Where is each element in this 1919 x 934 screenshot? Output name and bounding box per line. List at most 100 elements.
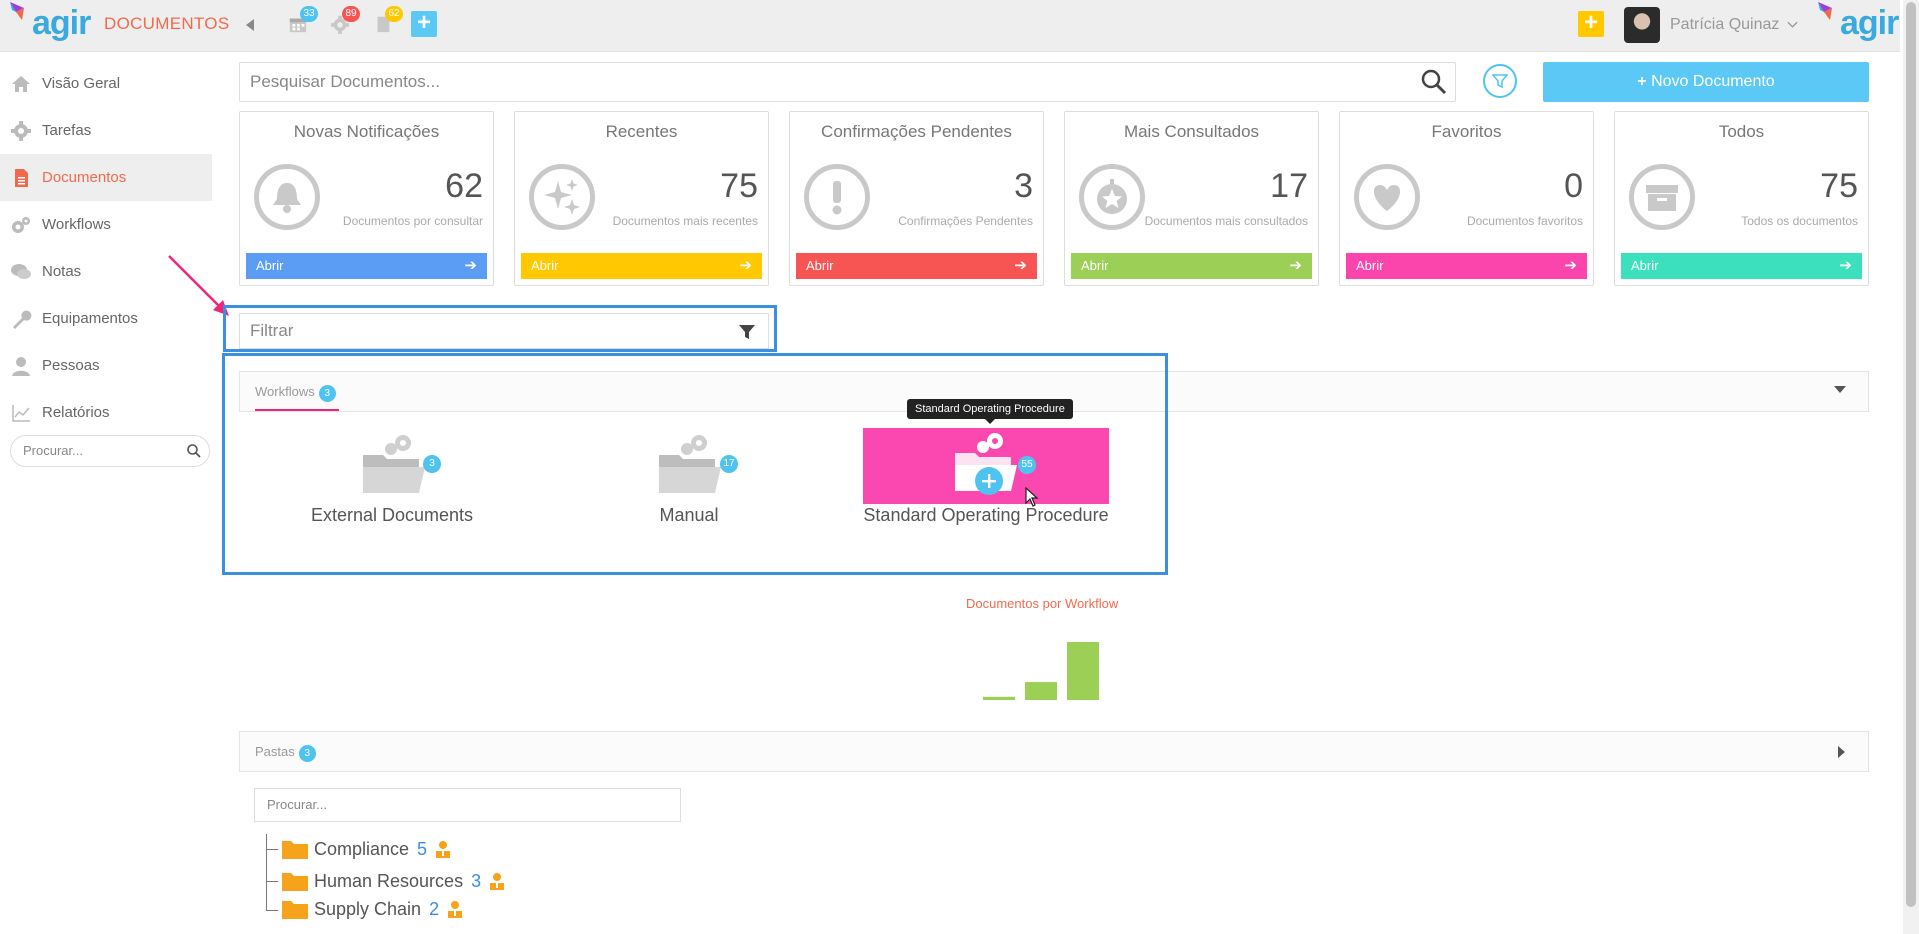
user-menu[interactable]: Patrícia Quinaz [1670, 16, 1798, 34]
new-document-label: Novo Documento [1651, 73, 1775, 90]
search-icon [187, 444, 201, 458]
sidebar-item-tarefas[interactable]: Tarefas [0, 107, 212, 154]
advanced-filter-button[interactable] [1483, 64, 1517, 98]
archive-icon [1629, 164, 1695, 230]
workflow-name[interactable]: External Documents [242, 505, 542, 526]
folder-search-input[interactable]: Procurar... [254, 788, 681, 822]
card-count: 0 [1564, 167, 1583, 205]
sidebar-item-workflows[interactable]: Workflows [0, 201, 212, 248]
plus-icon: + [1637, 73, 1647, 90]
folder-icon [282, 841, 308, 859]
sidebar-item-label: Notas [42, 263, 82, 280]
workflow-folder-icon [955, 433, 1017, 495]
sidebar: Visão Geral Tarefas Documentos Workflows… [0, 60, 212, 467]
workflow-manual[interactable]: 17 [565, 428, 811, 504]
user-name-label: Patrícia Quinaz [1670, 16, 1780, 33]
arrow-right-icon: ➔ [739, 257, 752, 274]
card-count: 3 [1014, 167, 1033, 205]
card-open-button[interactable]: Abrir ➔ [1346, 253, 1587, 279]
documents-button[interactable]: 62 [373, 6, 403, 36]
shared-user-icon[interactable] [489, 872, 505, 890]
workflow-name[interactable]: Manual [539, 505, 839, 526]
tree-line [266, 881, 278, 882]
card-open-button[interactable]: Abrir ➔ [796, 253, 1037, 279]
folder-item-supply-chain[interactable]: Supply Chain 2 [282, 896, 463, 922]
documents-count-badge: 62 [385, 6, 403, 22]
card-open-button[interactable]: Abrir ➔ [521, 253, 762, 279]
card-favoritos: Favoritos 0 Documentos favoritos Abrir ➔ [1339, 111, 1594, 286]
funnel-icon [1492, 74, 1508, 89]
workflow-filter-input[interactable]: Filtrar [239, 313, 769, 349]
sidebar-item-pessoas[interactable]: Pessoas [0, 342, 212, 389]
funnel-icon [739, 325, 755, 339]
card-open-button[interactable]: Abrir ➔ [1621, 253, 1862, 279]
sidebar-item-visao-geral[interactable]: Visão Geral [0, 60, 212, 107]
card-open-label: Abrir [1356, 258, 1384, 273]
tree-line [266, 910, 278, 911]
heart-icon [1354, 164, 1420, 230]
sidebar-item-label: Equipamentos [42, 310, 138, 327]
page-scrollbar[interactable] [1903, 0, 1919, 934]
sidebar-item-documentos[interactable]: Documentos [0, 154, 212, 201]
shared-user-icon[interactable] [447, 900, 463, 918]
card-count: 75 [720, 167, 758, 205]
chart-bar-1[interactable] [1025, 682, 1057, 700]
workflows-label: Workflows [255, 384, 315, 399]
shared-user-icon[interactable] [435, 840, 451, 858]
collapse-left-icon[interactable] [244, 18, 256, 32]
mouse-cursor-icon [1025, 487, 1039, 507]
quick-add-button[interactable]: + [411, 11, 437, 37]
card-open-label: Abrir [531, 258, 559, 273]
search-icon[interactable] [1421, 69, 1447, 95]
folder-count: 5 [417, 838, 428, 859]
folder-search-placeholder: Procurar... [267, 797, 327, 812]
card-open-button[interactable]: Abrir ➔ [246, 253, 487, 279]
folders-section-header[interactable]: Pastas 3 [239, 731, 1869, 772]
card-title: Mais Consultados [1123, 122, 1260, 141]
workflow-external-documents[interactable]: 3 [269, 428, 515, 504]
top-bar: agir DOCUMENTOS 33 89 62 + + Patrícia Qu… [0, 0, 1900, 52]
logo-text: agir [32, 4, 91, 42]
document-search-input[interactable]: Pesquisar Documentos... [239, 62, 1456, 102]
add-shortcut-button[interactable]: + [1578, 11, 1604, 37]
folders-count-badge: 3 [298, 745, 316, 762]
folder-icon [282, 873, 308, 891]
card-title: Favoritos [1431, 122, 1502, 141]
card-open-label: Abrir [1631, 258, 1659, 273]
chart-title: Documentos por Workflow [966, 596, 1119, 611]
avatar[interactable] [1624, 7, 1660, 43]
home-icon [12, 75, 30, 92]
caret-down-icon [1834, 386, 1846, 393]
calendar-button[interactable]: 33 [288, 6, 318, 36]
workflow-tooltip: Standard Operating Procedure [907, 399, 1073, 424]
scrollbar-thumb[interactable] [1906, 2, 1916, 907]
card-open-label: Abrir [256, 258, 284, 273]
document-icon [15, 168, 28, 187]
documents-per-workflow-chart [983, 642, 1099, 700]
folder-item-human-resources[interactable]: Human Resources 3 [282, 868, 505, 894]
new-document-button[interactable]: + Novo Documento [1543, 62, 1869, 102]
card-count: 62 [445, 167, 483, 205]
workflow-standard-operating-procedure[interactable]: 55 [863, 428, 1109, 507]
folder-item-compliance[interactable]: Compliance 5 [282, 836, 451, 862]
settings-button[interactable]: 89 [330, 6, 360, 36]
sidebar-search-input[interactable]: Procurar... [10, 435, 210, 467]
card-mais-consultados: Mais Consultados 17 Documentos mais cons… [1064, 111, 1319, 286]
workflow-name[interactable]: Standard Operating Procedure [836, 505, 1136, 526]
app-logo[interactable]: agir [10, 2, 91, 43]
sidebar-item-relatorios[interactable]: Relatórios [0, 389, 212, 436]
sparkle-icon [529, 164, 595, 230]
folder-count: 3 [471, 870, 482, 891]
logo-mark-icon [1818, 2, 1832, 20]
card-open-button[interactable]: Abrir ➔ [1071, 253, 1312, 279]
chart-bar-0[interactable] [983, 696, 1015, 700]
card-description: Documentos mais recentes [612, 214, 758, 228]
tree-line [266, 849, 278, 850]
sidebar-item-label: Tarefas [42, 122, 92, 139]
chart-bar-2[interactable] [1067, 642, 1099, 700]
settings-count-badge: 89 [342, 6, 360, 22]
card-title: Todos [1718, 122, 1765, 141]
card-open-label: Abrir [1081, 258, 1109, 273]
chat-icon [11, 263, 31, 279]
workflow-filter-placeholder: Filtrar [250, 321, 294, 340]
